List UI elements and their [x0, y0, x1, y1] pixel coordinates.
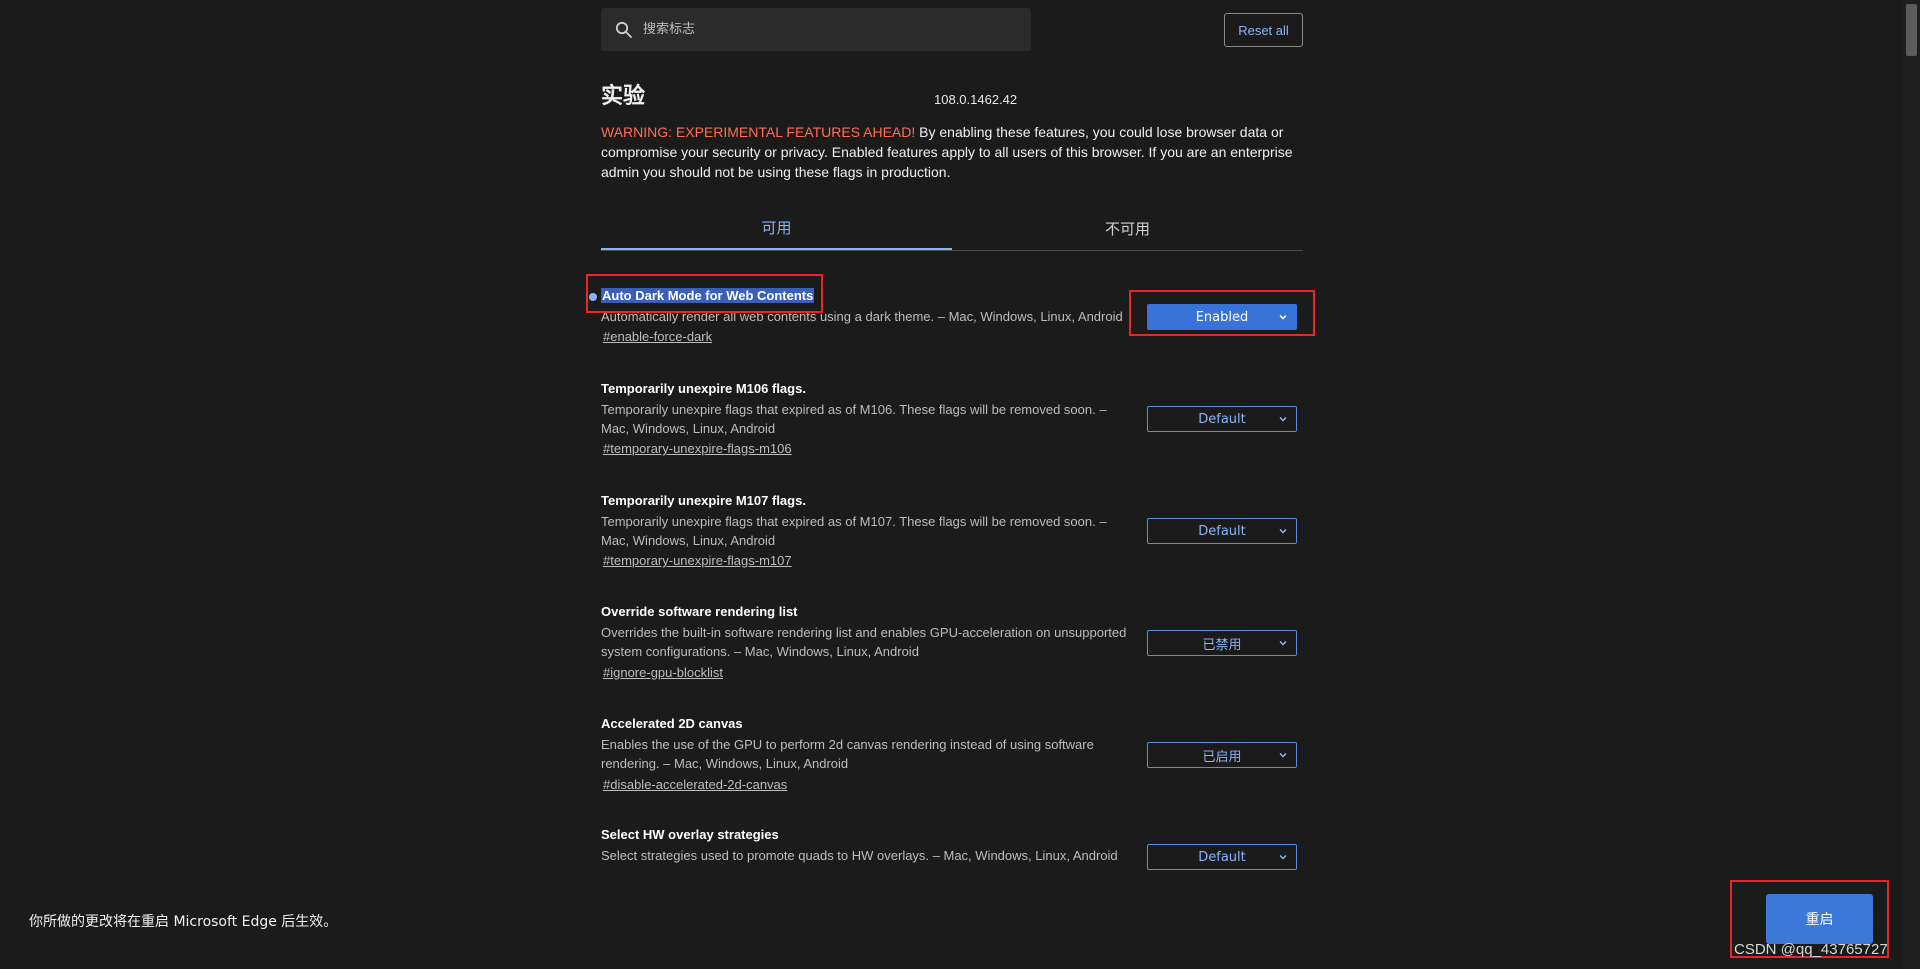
warning-label: WARNING: EXPERIMENTAL FEATURES AHEAD! [601, 124, 916, 140]
flag-description: Temporarily unexpire flags that expired … [601, 514, 1107, 548]
version-number: 108.0.1462.42 [934, 92, 1018, 107]
scrollbar[interactable] [1903, 0, 1920, 969]
flag-title: Override software rendering list [601, 604, 798, 619]
search-icon [615, 21, 632, 38]
scrollbar-thumb[interactable] [1906, 4, 1917, 56]
warning-message: WARNING: EXPERIMENTAL FEATURES AHEAD! By… [601, 122, 1303, 182]
reset-all-button[interactable]: Reset all [1224, 13, 1303, 47]
flag-link[interactable]: #temporary-unexpire-flags-m106 [603, 441, 792, 456]
annotation-box-flag-select [1129, 290, 1315, 336]
flag-description: Enables the use of the GPU to perform 2d… [601, 737, 1094, 771]
flag-select[interactable]: 已启用 [1147, 742, 1297, 768]
flag-select[interactable]: Default [1147, 518, 1297, 544]
flag-link[interactable]: #enable-force-dark [603, 329, 712, 344]
annotation-box-flag-title [586, 274, 823, 313]
watermark: CSDN @qq_43765727 [1734, 941, 1888, 958]
flag-select[interactable]: 已禁用 [1147, 630, 1297, 656]
tab-unavailable[interactable]: 不可用 [952, 206, 1303, 250]
chevron-down-icon [1279, 528, 1287, 534]
search-box[interactable] [601, 8, 1031, 51]
page-title: 实验 [601, 84, 646, 109]
flag-description: Select strategies used to promote quads … [601, 848, 1118, 863]
flag-title: Temporarily unexpire M106 flags. [601, 381, 806, 396]
flag-select[interactable]: Default [1147, 844, 1297, 870]
flag-link[interactable]: #temporary-unexpire-flags-m107 [603, 553, 792, 568]
chevron-down-icon [1279, 416, 1287, 422]
flag-title: Accelerated 2D canvas [601, 716, 743, 731]
flag-title: Select HW overlay strategies [601, 827, 779, 842]
restart-notice: 你所做的更改将在重启 Microsoft Edge 后生效。 [29, 914, 338, 930]
flag-link[interactable]: #disable-accelerated-2d-canvas [603, 777, 787, 792]
flag-link[interactable]: #ignore-gpu-blocklist [603, 665, 723, 680]
flag-description: Overrides the built-in software renderin… [601, 625, 1127, 659]
relaunch-button[interactable]: 重启 [1766, 894, 1873, 944]
search-input[interactable] [641, 21, 1005, 38]
flag-title: Temporarily unexpire M107 flags. [601, 493, 806, 508]
chevron-down-icon [1279, 752, 1287, 758]
tab-bar: 可用 不可用 [601, 206, 1303, 251]
tab-available[interactable]: 可用 [601, 206, 952, 250]
chevron-down-icon [1279, 640, 1287, 646]
chevron-down-icon [1279, 854, 1287, 860]
flag-select[interactable]: Default [1147, 406, 1297, 432]
flag-description: Temporarily unexpire flags that expired … [601, 402, 1107, 436]
